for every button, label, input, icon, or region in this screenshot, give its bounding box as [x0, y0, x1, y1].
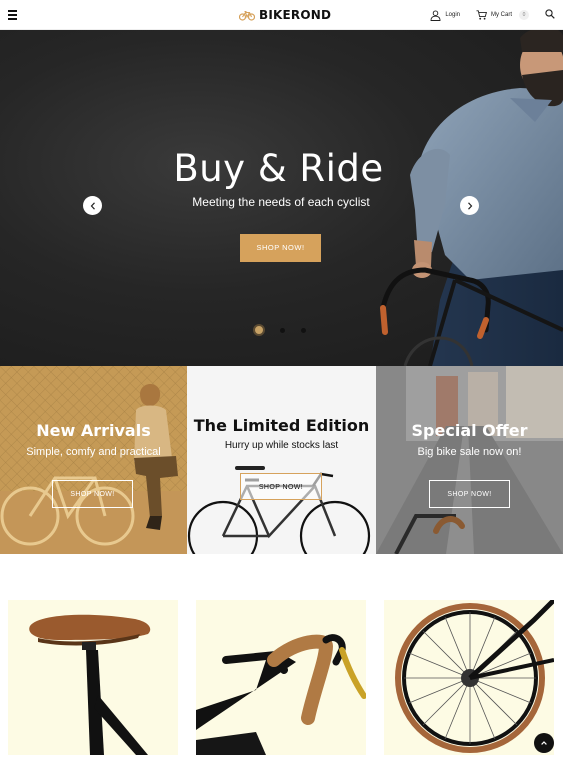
- login-label: Login: [445, 12, 460, 18]
- limited-edition-bike-image: [187, 466, 371, 554]
- hero-title-wrap: Buy & Ride: [0, 147, 563, 190]
- special-offer-shop-button[interactable]: SHOP NOW!: [429, 480, 510, 508]
- hero-shop-now-button[interactable]: SHOP NOW!: [240, 234, 321, 262]
- site-logo[interactable]: BIKEROND: [239, 7, 331, 23]
- banner-new-arrivals[interactable]: New Arrivals Simple, comfy and practical…: [0, 366, 187, 554]
- new-arrivals-shop-button[interactable]: SHOP NOW!: [52, 480, 133, 508]
- site-header: BIKEROND Login My Cart 0: [0, 0, 563, 30]
- scroll-to-top-button[interactable]: [534, 733, 554, 753]
- slider-dot-3[interactable]: [301, 327, 306, 333]
- search-button[interactable]: [545, 6, 555, 24]
- hero-slider: Buy & Ride Meeting the needs of each cyc…: [0, 30, 563, 366]
- wheel-image: [395, 600, 554, 753]
- user-icon: [430, 9, 441, 21]
- slider-prev-button[interactable]: [83, 196, 102, 215]
- handlebar-image: [196, 634, 366, 755]
- cart-label: My Cart: [491, 12, 512, 18]
- product-tile-handlebar[interactable]: [196, 600, 366, 755]
- banner-subtitle: Hurry up while stocks last: [224, 440, 339, 451]
- product-tile-wheel[interactable]: [384, 600, 554, 755]
- bike-logo-icon: [239, 10, 255, 21]
- limited-edition-shop-button[interactable]: SHOP NOW!: [240, 473, 322, 500]
- banner-limited-edition[interactable]: The Limited Edition Hurry up while stock…: [187, 366, 376, 554]
- logo-text: BIKEROND: [259, 8, 332, 22]
- chevron-right-icon: [467, 201, 472, 210]
- search-icon: [545, 9, 555, 19]
- slider-dot-2[interactable]: [280, 327, 285, 333]
- banner-title: New Arrivals: [36, 421, 151, 440]
- hero-subtitle: Meeting the needs of each cyclist: [192, 195, 370, 209]
- special-offer-image: [376, 366, 563, 554]
- hero-title: Buy & Ride: [173, 147, 384, 190]
- chevron-up-icon: [541, 741, 547, 745]
- cart-count-badge: 0: [519, 10, 529, 20]
- banner-title: The Limited Edition: [193, 416, 370, 435]
- cart-icon: [476, 10, 487, 20]
- new-arrivals-image: [0, 366, 187, 554]
- banner-title: Special Offer: [411, 421, 528, 440]
- menu-icon[interactable]: [8, 10, 17, 20]
- banner-subtitle: Big bike sale now on!: [417, 446, 522, 458]
- banner-subtitle: Simple, comfy and practical: [26, 446, 161, 458]
- slider-next-button[interactable]: [460, 196, 479, 215]
- header-actions: Login My Cart 0: [430, 7, 555, 23]
- saddle-image: [29, 614, 151, 755]
- slider-pagination: [253, 324, 322, 336]
- slider-dot-1[interactable]: [253, 324, 265, 336]
- chevron-left-icon: [90, 201, 95, 210]
- login-link[interactable]: Login: [430, 9, 460, 21]
- banner-special-offer[interactable]: Special Offer Big bike sale now on! SHOP…: [376, 366, 563, 554]
- cart-link[interactable]: My Cart 0: [476, 10, 529, 20]
- product-tile-saddle[interactable]: [8, 600, 178, 755]
